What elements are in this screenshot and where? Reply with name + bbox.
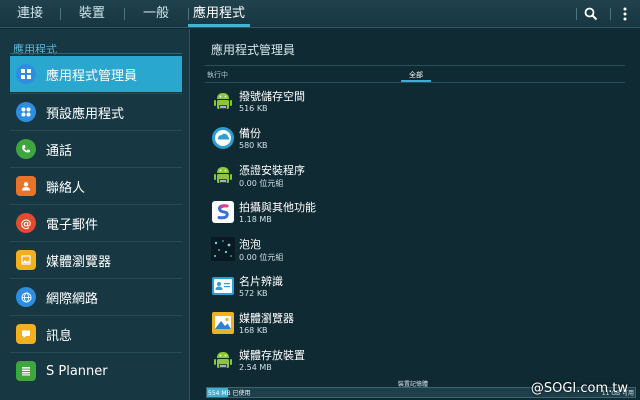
business-card-icon bbox=[212, 277, 234, 295]
sidebar-item-email[interactable]: @ 電子郵件 bbox=[10, 205, 182, 241]
phone-icon bbox=[16, 139, 36, 159]
sidebar-item-messages[interactable]: 訊息 bbox=[10, 316, 182, 352]
list-item[interactable]: 備份 580 KB bbox=[211, 121, 611, 157]
android-icon bbox=[214, 93, 232, 109]
app-size: 572 KB bbox=[239, 289, 268, 298]
sidebar-item-gallery[interactable]: 媒體瀏覽器 bbox=[10, 242, 182, 278]
tab-all[interactable]: 全部 bbox=[401, 70, 431, 80]
list-item[interactable]: 媒體瀏覽器 168 KB bbox=[211, 306, 611, 342]
android-icon bbox=[214, 167, 232, 183]
app-name: 名片辨識 bbox=[239, 275, 283, 288]
sidebar-item-application-manager[interactable]: 應用程式管理員 bbox=[10, 56, 182, 92]
shortcut-icon bbox=[212, 201, 234, 223]
search-icon bbox=[584, 7, 598, 21]
top-tab-bar: 連接 裝置 一般 應用程式 bbox=[0, 0, 640, 28]
app-name: 備份 bbox=[239, 127, 261, 140]
app-size: 168 KB bbox=[239, 326, 268, 335]
sidebar-item-default-apps[interactable]: 預設應用程式 bbox=[10, 94, 182, 130]
globe-icon bbox=[16, 287, 36, 307]
gallery-icon bbox=[16, 250, 36, 270]
app-size: 580 KB bbox=[239, 141, 268, 150]
app-size: 1.18 MB bbox=[239, 215, 272, 224]
sidebar-item-label: 通話 bbox=[46, 143, 73, 159]
sidebar-item-label: 應用程式管理員 bbox=[46, 68, 138, 84]
sidebar-item-label: 預設應用程式 bbox=[46, 106, 125, 122]
app-name: 媒體瀏覽器 bbox=[239, 312, 294, 325]
grid-icon bbox=[16, 64, 36, 84]
app-name: 拍攝與其他功能 bbox=[239, 201, 316, 214]
list-item[interactable]: 名片辨識 572 KB bbox=[211, 269, 611, 305]
storage-used-text: 554 MB 已使用 bbox=[208, 390, 251, 397]
sidebar-item-label: S Planner bbox=[46, 363, 108, 379]
list-item[interactable]: 媒體存放裝置 2.54 MB bbox=[211, 343, 611, 379]
sidebar-item-call[interactable]: 通話 bbox=[10, 131, 182, 167]
tab-device[interactable]: 裝置 bbox=[60, 0, 124, 28]
apps-icon bbox=[16, 102, 36, 122]
tab-general[interactable]: 一般 bbox=[124, 0, 188, 28]
page-title: 應用程式管理員 bbox=[211, 43, 296, 57]
subtab-divider bbox=[205, 82, 625, 83]
watermark: @SOGI.com.tw bbox=[530, 381, 628, 396]
calendar-icon bbox=[16, 361, 36, 381]
sidebar-item-label: 聯絡人 bbox=[46, 180, 86, 196]
sidebar-item-contacts[interactable]: 聯絡人 bbox=[10, 168, 182, 204]
list-item[interactable]: 撥號儲存空間 516 KB bbox=[211, 84, 611, 120]
list-item[interactable]: 拍攝與其他功能 1.18 MB bbox=[211, 195, 611, 231]
settings-sidebar: 應用程式 應用程式管理員 預設應用程式 通話 聯絡人 @ 電子郵件 媒體瀏覽器 … bbox=[0, 29, 190, 400]
android-icon bbox=[214, 352, 232, 368]
tab-applications[interactable]: 應用程式 bbox=[188, 0, 250, 28]
sidebar-item-s-planner[interactable]: S Planner bbox=[10, 353, 182, 389]
sidebar-item-label: 訊息 bbox=[46, 328, 73, 344]
app-size: 2.54 MB bbox=[239, 363, 272, 372]
sidebar-divider bbox=[10, 53, 182, 54]
sidebar-section-title: 應用程式 bbox=[13, 43, 57, 56]
application-manager-panel: 應用程式管理員 執行中 全部 撥號儲存空間 516 KB 備份 580 KB 憑… bbox=[191, 29, 640, 400]
tab-connections[interactable]: 連接 bbox=[0, 0, 60, 28]
gallery-icon bbox=[212, 312, 234, 334]
more-vert-icon bbox=[623, 7, 627, 21]
list-item[interactable]: 憑證安裝程序 0.00 位元組 bbox=[211, 158, 611, 194]
app-name: 憑證安裝程序 bbox=[239, 164, 305, 177]
sidebar-item-internet[interactable]: 網際網路 bbox=[10, 279, 182, 315]
message-icon bbox=[16, 324, 36, 344]
email-icon: @ bbox=[16, 213, 36, 233]
app-size: 516 KB bbox=[239, 104, 268, 113]
list-item[interactable]: 泡泡 0.00 位元組 bbox=[211, 232, 611, 268]
sidebar-item-label: 網際網路 bbox=[46, 291, 99, 307]
app-size: 0.00 位元組 bbox=[239, 179, 284, 188]
tab-running[interactable]: 執行中 bbox=[207, 70, 228, 80]
app-name: 撥號儲存空間 bbox=[239, 90, 305, 103]
app-name: 媒體存放裝置 bbox=[239, 349, 305, 362]
title-divider bbox=[205, 65, 625, 66]
bubbles-icon bbox=[211, 237, 235, 261]
sidebar-item-label: 電子郵件 bbox=[46, 217, 99, 233]
more-options-button[interactable] bbox=[610, 0, 638, 28]
backup-icon bbox=[212, 127, 234, 149]
sidebar-item-label: 媒體瀏覽器 bbox=[46, 254, 112, 270]
contact-icon bbox=[16, 176, 36, 196]
app-size: 0.00 位元組 bbox=[239, 253, 284, 262]
search-button[interactable] bbox=[576, 0, 604, 28]
app-name: 泡泡 bbox=[239, 238, 261, 251]
